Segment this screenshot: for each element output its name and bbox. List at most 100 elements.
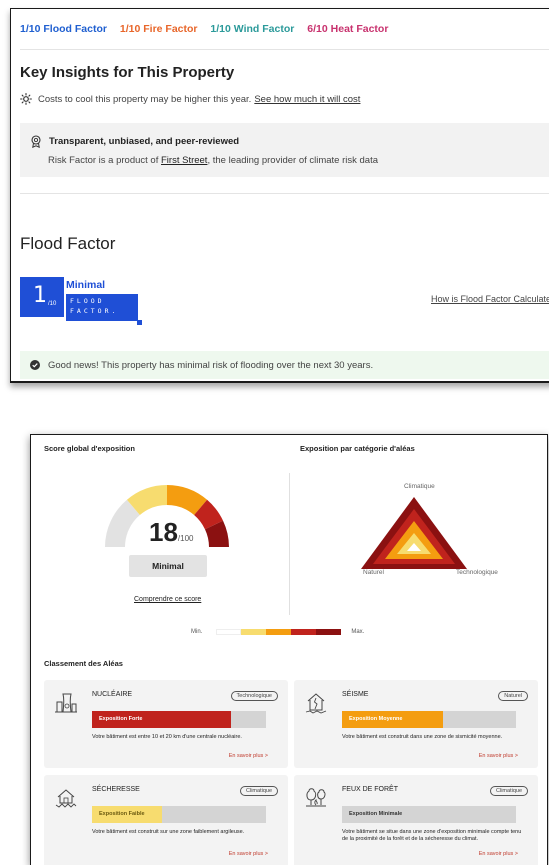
hazard-description: Votre bâtiment est construit sur une zon… — [92, 829, 245, 835]
hazard-description: Votre bâtiment est construit dans une zo… — [342, 734, 503, 740]
good-news-banner: Good news! This property has minimal ris… — [20, 351, 549, 379]
transparency-prefix: Risk Factor is a product of — [48, 155, 159, 166]
fire-factor-score: 1/10 — [119, 23, 141, 35]
legend-color-bar — [216, 629, 342, 635]
legend-swatch — [266, 629, 292, 635]
legend-swatch — [216, 629, 242, 635]
divider — [289, 473, 290, 615]
key-insights-title: Key Insights for This Property — [20, 64, 235, 81]
transparency-suffix: , the leading provider of climate risk d… — [207, 155, 379, 166]
wind-factor-label: Wind Factor — [233, 23, 295, 35]
hazard-name: FEUX DE FORÊT — [342, 786, 399, 793]
logo-line-factor: FACTOR. — [70, 307, 119, 315]
hazard-category-tag: Climatique — [490, 786, 528, 796]
flood-factor-score: 1/10 — [20, 23, 41, 35]
flood-level-label: Minimal — [66, 279, 106, 291]
heat-factor-label: Heat Factor — [330, 23, 389, 35]
transparency-heading: Transparent, unbiased, and peer-reviewed — [30, 135, 239, 148]
nuclear-plant-icon — [55, 693, 77, 713]
wind-factor-score: 1/10 — [210, 23, 231, 35]
flood-factor-badge: 1 /10 Minimal FLOOD FACTOR. — [20, 277, 142, 325]
exposure-score-max: /100 — [177, 534, 194, 543]
hazard-name: SÉCHERESSE — [92, 786, 140, 793]
category-exposure-title: Exposition par catégorie d'aléas — [300, 444, 415, 453]
legend-max-label: Max. — [351, 629, 365, 635]
exposure-score: 18/100 — [149, 517, 194, 548]
hazard-category-triangle — [361, 497, 467, 569]
medal-icon — [31, 135, 41, 148]
understand-score-link[interactable]: Comprendre ce score — [134, 596, 201, 603]
heat-insight: Costs to cool this property may be highe… — [20, 93, 360, 105]
earthquake-house-icon — [305, 693, 327, 714]
hazard-exposure-level: Exposition Forte — [99, 716, 143, 722]
forest-fire-icon — [306, 788, 326, 807]
how-calculated-link[interactable]: How is Flood Factor Calculated? — [431, 294, 549, 304]
drought-house-icon — [55, 789, 77, 808]
exposure-card: Score global d'exposition Exposition par… — [30, 434, 548, 865]
hazard-category-tag: Climatique — [240, 786, 278, 796]
exposure-level-badge: Minimal — [129, 555, 207, 577]
global-score-title: Score global d'exposition — [44, 444, 135, 453]
learn-more-link[interactable]: En savoir plus > — [229, 753, 268, 759]
hazard-exposure-bar: Exposition Forte — [92, 711, 266, 728]
hazard-card-seisme[interactable]: SÉISME Naturel Exposition Moyenne Votre … — [294, 680, 538, 768]
heat-factor-score: 6/10 — [307, 23, 328, 35]
risk-factor-card: 1/10 Flood Factor 1/10 Fire Factor 1/10 … — [10, 8, 549, 383]
legend-swatch — [316, 629, 342, 635]
divider — [20, 49, 549, 50]
fire-factor-chip[interactable]: 1/10 Fire Factor — [120, 23, 198, 35]
transparency-title: Transparent, unbiased, and peer-reviewed — [49, 136, 240, 147]
gauge-segment-low — [126, 485, 168, 516]
triangle-label-technologique: Technologique — [456, 569, 498, 576]
gauge-segment-high — [193, 499, 224, 530]
good-news-text: Good news! This property has minimal ris… — [48, 359, 374, 371]
triangle-label-naturel: Naturel — [363, 569, 384, 576]
flood-score-denominator: /10 — [48, 301, 57, 307]
legend-min-label: Min. — [191, 629, 203, 635]
learn-more-link[interactable]: En savoir plus > — [229, 851, 268, 857]
heat-cost-link[interactable]: See how much it will cost — [254, 94, 360, 105]
fire-factor-label: Fire Factor — [143, 23, 198, 35]
gauge-segment-min — [105, 499, 141, 548]
hazard-exposure-level: Exposition Minimale — [349, 811, 403, 817]
legend-swatch — [291, 629, 317, 635]
hazard-card-feux-de-foret[interactable]: FEUX DE FORÊT Climatique Exposition Mini… — [294, 775, 538, 865]
check-circle-icon — [30, 360, 40, 370]
learn-more-link[interactable]: En savoir plus > — [479, 851, 518, 857]
heat-insight-text: Costs to cool this property may be highe… — [38, 93, 252, 105]
flood-score-box: 1 /10 — [20, 277, 64, 317]
wind-factor-chip[interactable]: 1/10 Wind Factor — [210, 23, 294, 35]
gauge-segment-max — [204, 520, 229, 548]
transparency-box: Transparent, unbiased, and peer-reviewed… — [20, 123, 549, 177]
risk-factor-summary: 1/10 Flood Factor 1/10 Fire Factor 1/10 … — [20, 23, 398, 35]
hazard-card-secheresse[interactable]: SÉCHERESSE Climatique Exposition Faible … — [44, 775, 288, 865]
hazard-category-tag: Technologique — [230, 691, 278, 701]
hazard-exposure-bar: Exposition Faible — [92, 806, 266, 823]
flood-factor-chip[interactable]: 1/10 Flood Factor — [20, 23, 107, 35]
first-street-link[interactable]: First Street — [161, 155, 207, 166]
flood-factor-label: Flood Factor — [43, 23, 107, 35]
flood-score-number: 1 — [33, 283, 47, 308]
learn-more-link[interactable]: En savoir plus > — [479, 753, 518, 759]
transparency-text: Risk Factor is a product of First Street… — [48, 155, 378, 166]
sun-icon — [20, 93, 32, 105]
hazard-exposure-bar: Exposition Moyenne — [342, 711, 516, 728]
hazard-card-nucleaire[interactable]: NUCLÉAIRE Technologique Exposition Forte… — [44, 680, 288, 768]
divider — [20, 193, 549, 194]
hazard-exposure-bar: Exposition Minimale — [342, 806, 516, 823]
flood-factor-title: Flood Factor — [20, 234, 116, 253]
hazard-exposure-level: Exposition Moyenne — [349, 716, 403, 722]
hazard-exposure-level: Exposition Faible — [99, 811, 145, 817]
logo-line-flood: FLOOD — [70, 297, 105, 305]
hazard-name: NUCLÉAIRE — [92, 691, 133, 698]
triangle-label-climatique: Climatique — [404, 483, 435, 490]
hazard-description: Votre bâtiment se situe dans une zone d'… — [342, 829, 522, 842]
gauge-segment-mid — [166, 485, 208, 516]
heat-factor-chip[interactable]: 6/10 Heat Factor — [307, 23, 388, 35]
hazard-category-tag: Naturel — [498, 691, 528, 701]
hazard-description: Votre bâtiment est entre 10 et 20 km d'u… — [92, 734, 242, 740]
legend-swatch — [241, 629, 267, 635]
exposure-scale-legend: Min. Max. — [191, 629, 364, 635]
hazard-name: SÉISME — [342, 691, 369, 698]
hazard-ranking-title: Classement des Aléas — [44, 659, 123, 668]
